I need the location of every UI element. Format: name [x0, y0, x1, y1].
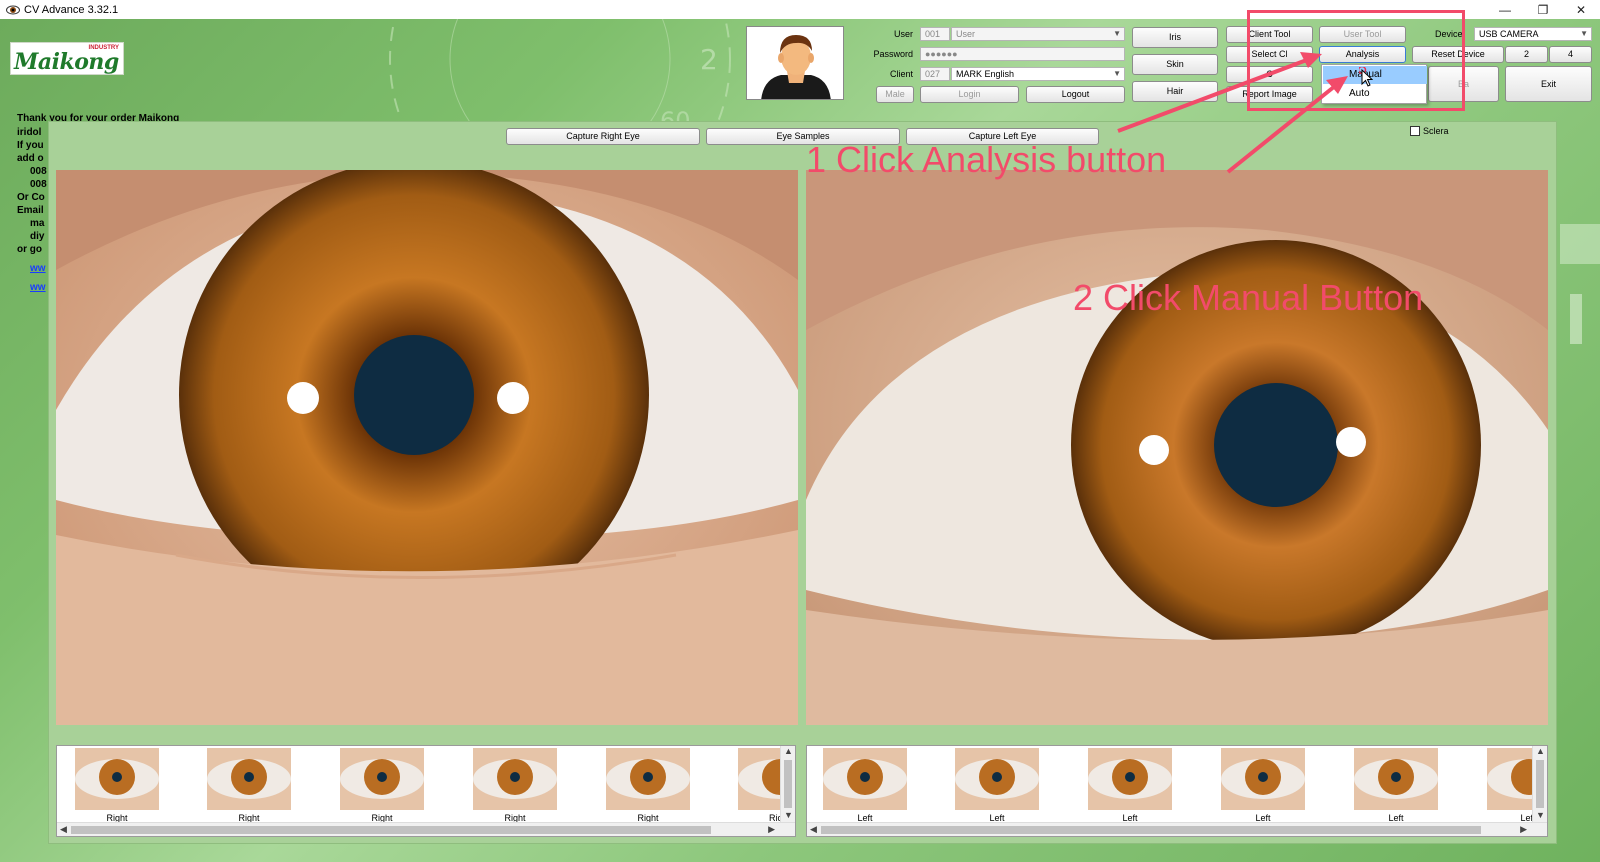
annotation-arrows — [1117, 52, 1348, 174]
annotation-step-2: 2 Click Manual Button — [1073, 277, 1424, 318]
annotation-step-1: 1 Click Analysis button — [806, 139, 1167, 180]
